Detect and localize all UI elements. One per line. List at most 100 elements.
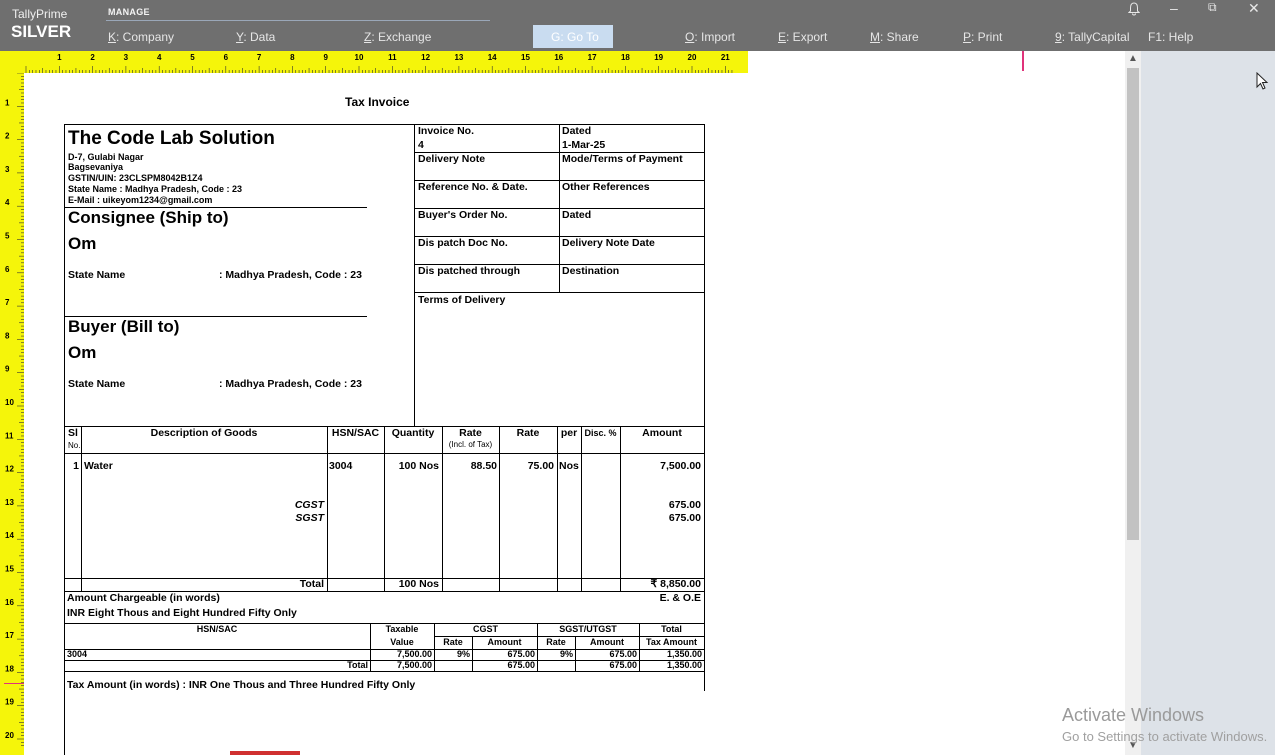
col-div-hsn <box>384 426 385 591</box>
restore-icon[interactable]: ⧉ <box>1208 0 1217 15</box>
cgst-label: CGST <box>294 499 324 511</box>
menu-print[interactable]: P: Print <box>963 30 1002 44</box>
ruler-number: 17 <box>5 631 14 640</box>
ruler-number: 10 <box>5 398 14 407</box>
menu-data[interactable]: Y: Data <box>236 30 275 44</box>
ruler-number: 19 <box>654 53 663 62</box>
invoice-title: Tax Invoice <box>345 95 410 109</box>
invoice-no-value: 4 <box>418 139 424 151</box>
scroll-up-icon[interactable]: ▲ <box>1128 53 1138 64</box>
brand-name: TallyPrime <box>12 7 68 21</box>
manage-divider <box>106 20 490 21</box>
dispatched-through-label: Dis patched through <box>418 265 521 277</box>
buyers-order-label: Buyer's Order No. <box>418 209 508 221</box>
vertical-ruler: 1 2 3 4 5 6 7 8 9 10 11 12 13 14 15 16 17 18 19 20 <box>0 73 24 755</box>
tax-total-taxable: 7,500.00 <box>396 660 432 670</box>
col-div-per <box>581 426 582 591</box>
minimize-icon[interactable]: – <box>1170 0 1178 16</box>
ruler-number: 17 <box>588 53 597 62</box>
col-head-hsn: HSN/SAC <box>331 427 380 439</box>
col-head-sl: Sl <box>68 427 78 439</box>
col-head-rate-incl: Rate <box>459 427 482 439</box>
tax-head-sgst-rate: Rate <box>546 637 566 647</box>
company-gstin: GSTIN/UIN: 23CLSPM8042B1Z4 <box>68 173 203 183</box>
item-hsn: 3004 <box>329 460 353 472</box>
total-amount: ₹ 8,850.00 <box>650 578 701 590</box>
ruler-number: 16 <box>5 598 14 607</box>
bell-icon[interactable] <box>1127 2 1141 19</box>
header-divider <box>414 124 415 426</box>
total-label: Total <box>299 578 324 590</box>
ruler-number: 9 <box>323 53 328 62</box>
manage-label: MANAGE <box>108 7 150 17</box>
ruler-number: 10 <box>355 53 364 62</box>
tax-total-amount: 1,350.00 <box>666 660 702 670</box>
col-head-amount: Amount <box>642 427 682 439</box>
page-margin-marker <box>1022 51 1024 71</box>
tax-row-sgst-rate: 9% <box>559 649 573 659</box>
ruler-number: 13 <box>454 53 463 62</box>
scrollbar-thumb[interactable] <box>1127 68 1139 540</box>
ruler-position-marker <box>4 683 24 684</box>
buyer-name: Om <box>68 343 97 362</box>
ruler-number: 21 <box>721 53 730 62</box>
menu-help[interactable]: F1: Help <box>1148 30 1193 44</box>
menu-exchange[interactable]: Z: Exchange <box>364 30 431 44</box>
ruler-number: 20 <box>688 53 697 62</box>
tax-row-cgst-amount: 675.00 <box>507 649 535 659</box>
horizontal-ruler: 1 2 3 4 5 6 7 8 9 10 11 12 13 14 15 16 17 18 19 20 21 <box>0 51 748 73</box>
tax-head-cgst: CGST <box>472 624 498 634</box>
tax-head-sgst: SGST/UTGST <box>559 624 617 634</box>
company-address-2: Bagsevaniya <box>68 162 124 172</box>
amount-in-words: INR Eight Thous and Eight Hundred Fifty … <box>67 607 297 619</box>
company-name: The Code Lab Solution <box>68 128 275 149</box>
tax-head-hsn: HSN/SAC <box>196 624 238 634</box>
menu-company[interactable]: K: Company <box>108 30 174 44</box>
col-div-sl <box>81 426 82 591</box>
item-sl: 1 <box>73 460 79 472</box>
ruler-number: 20 <box>5 731 14 740</box>
ruler-number: 1 <box>57 53 62 62</box>
mode-terms-label: Mode/Terms of Payment <box>562 153 683 165</box>
tax-head-cgst-rate: Rate <box>443 637 463 647</box>
ruler-number: 18 <box>5 664 14 673</box>
menu-export[interactable]: E: Export <box>778 30 827 44</box>
col-div-qty <box>442 426 443 591</box>
buyer-state-value: : Madhya Pradesh, Code : 23 <box>219 378 362 390</box>
taskbar-indicator <box>230 751 300 755</box>
consignee-state-value: : Madhya Pradesh, Code : 23 <box>219 269 362 281</box>
tax-row-cgst-rate: 9% <box>456 649 470 659</box>
dispatch-doc-label: Dis patch Doc No. <box>418 237 508 249</box>
ruler-number: 13 <box>5 498 14 507</box>
order-dated-label: Dated <box>562 209 592 221</box>
fields-row-6 <box>414 292 704 293</box>
ruler-number: 3 <box>5 165 10 174</box>
col-head-no: No. <box>68 441 81 450</box>
menu-import[interactable]: O: Import <box>685 30 735 44</box>
ruler-number: 11 <box>5 431 14 440</box>
item-rate-incl: 88.50 <box>470 460 497 472</box>
consignee-name: Om <box>68 234 97 253</box>
col-head-rate: Rate <box>516 427 540 439</box>
tax-amount-in-words: Tax Amount (in words) : INR One Thous an… <box>67 679 416 691</box>
col-head-qty: Quantity <box>391 427 435 439</box>
menu-share[interactable]: M: Share <box>870 30 919 44</box>
menu-tallycapital[interactable]: 9: TallyCapital <box>1055 30 1130 44</box>
ruler-number: 12 <box>5 465 14 474</box>
sgst-label: SGST <box>295 512 324 524</box>
reference-label: Reference No. & Date. <box>418 181 528 193</box>
ruler-number: 9 <box>5 365 10 374</box>
tax-row-sgst-amount: 675.00 <box>609 649 637 659</box>
menu-goto[interactable]: G: Go To <box>551 30 599 44</box>
col-head-desc: Description of Goods <box>150 427 258 439</box>
ruler-number: 1 <box>5 98 10 107</box>
ruler-number: 5 <box>5 232 10 241</box>
terms-delivery-label: Terms of Delivery <box>418 294 506 306</box>
ruler-number: 8 <box>290 53 295 62</box>
amount-words-label: Amount Chargeable (in words) <box>67 592 220 604</box>
company-email: E-Mail : uikeyom1234@gmail.com <box>68 195 213 205</box>
close-icon[interactable]: ✕ <box>1248 0 1260 17</box>
item-desc: Water <box>84 460 113 472</box>
ruler-number: 7 <box>257 53 262 62</box>
ruler-number: 6 <box>224 53 229 62</box>
